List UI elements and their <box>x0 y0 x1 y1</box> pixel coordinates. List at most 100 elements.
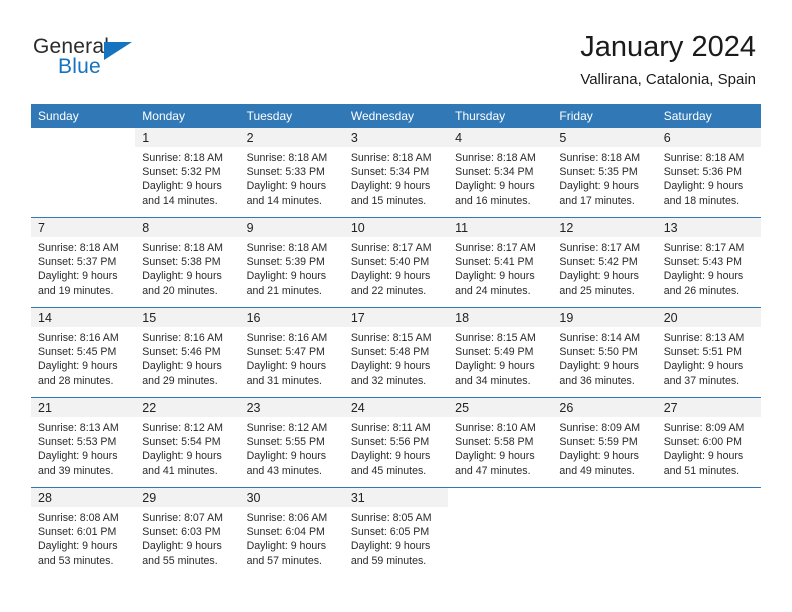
day-info-line: Sunset: 5:43 PM <box>663 256 743 269</box>
day-info-line: and 43 minutes. <box>246 464 322 477</box>
calendar-day-cell[interactable]: 21 Sunrise: 8:13 AM Sunset: 5:53 PM Dayligh… <box>31 397 136 488</box>
day-sun-info: Sunrise: 8:13 AM Sunset: 5:53 PM Daylight:… <box>31 417 135 478</box>
day-info-line: Sunrise: 8:17 AM <box>663 242 745 254</box>
calendar-day-cell[interactable]: 11 Sunrise: 8:17 AM Sunset: 5:41 PM Dayligh… <box>448 217 553 308</box>
day-sun-info: Sunrise: 8:12 AM Sunset: 5:55 PM Daylight:… <box>240 417 344 478</box>
day-cell-body: 31 Sunrise: 8:05 AM Sunset: 6:05 PM Dayligh… <box>343 488 449 577</box>
day-info-line: Sunset: 5:42 PM <box>559 256 638 269</box>
day-info-line: and 53 minutes. <box>38 554 114 567</box>
day-info-line: Sunset: 5:50 PM <box>559 346 638 359</box>
day-info-line: Daylight: 9 hours <box>350 360 431 373</box>
calendar-day-cell[interactable]: 8 Sunrise: 8:18 AM Sunset: 5:38 PM Daylight… <box>135 217 240 308</box>
day-number: 8 <box>135 218 240 237</box>
day-info-line: Sunrise: 8:18 AM <box>142 152 223 164</box>
day-info-line: Sunrise: 8:12 AM <box>142 422 223 434</box>
day-info-line: Sunset: 5:45 PM <box>38 346 117 359</box>
page-title: January 2024 <box>580 31 756 63</box>
day-info-line: Sunset: 5:36 PM <box>663 166 743 179</box>
day-info-line: and 22 minutes. <box>350 284 427 297</box>
general-blue-logo[interactable]: General Blue <box>33 35 213 87</box>
day-sun-info: Sunrise: 8:18 AM Sunset: 5:35 PM Daylight:… <box>552 147 656 208</box>
day-info-line: Sunrise: 8:18 AM <box>246 242 328 254</box>
calendar-day-cell[interactable]: 25 Sunrise: 8:10 AM Sunset: 5:58 PM Dayligh… <box>448 397 553 488</box>
calendar-day-cell[interactable]: 6 Sunrise: 8:18 AM Sunset: 5:36 PM Daylight… <box>656 128 761 218</box>
calendar-day-cell[interactable]: 28 Sunrise: 8:08 AM Sunset: 6:01 PM Dayligh… <box>31 487 136 577</box>
calendar-day-cell[interactable]: 2 Sunrise: 8:18 AM Sunset: 5:33 PM Daylight… <box>239 128 344 218</box>
day-info-line: Daylight: 9 hours <box>246 450 327 463</box>
day-info-line: Sunset: 5:33 PM <box>246 166 325 179</box>
calendar-day-cell[interactable]: 14 Sunrise: 8:16 AM Sunset: 5:45 PM Dayligh… <box>31 307 136 398</box>
calendar-day-cell <box>448 487 553 577</box>
day-info-line: and 39 minutes. <box>38 464 114 477</box>
calendar-day-cell[interactable]: 13 Sunrise: 8:17 AM Sunset: 5:43 PM Dayligh… <box>656 217 761 308</box>
calendar-day-cell[interactable]: 1 Sunrise: 8:18 AM Sunset: 5:32 PM Daylight… <box>135 128 240 218</box>
day-number: 22 <box>135 398 240 417</box>
calendar-day-cell[interactable]: 5 Sunrise: 8:18 AM Sunset: 5:35 PM Daylight… <box>552 128 657 218</box>
weekday-header-friday: Friday <box>552 104 657 128</box>
day-sun-info: Sunrise: 8:06 AM Sunset: 6:04 PM Daylight:… <box>240 507 344 568</box>
day-info-line: Daylight: 9 hours <box>142 450 222 463</box>
day-info-line: and 18 minutes. <box>663 194 740 207</box>
day-info-line: Sunset: 6:00 PM <box>663 436 743 449</box>
calendar-day-cell[interactable]: 3 Sunrise: 8:18 AM Sunset: 5:34 PM Daylight… <box>343 128 449 218</box>
day-cell-body <box>31 128 135 217</box>
day-info-line: and 28 minutes. <box>38 374 114 387</box>
day-info-line: Daylight: 9 hours <box>559 180 639 193</box>
day-sun-info: Sunrise: 8:09 AM Sunset: 6:00 PM Daylight:… <box>657 417 761 478</box>
day-sun-info: Sunrise: 8:17 AM Sunset: 5:43 PM Daylight:… <box>657 237 761 298</box>
day-cell-body: 16 Sunrise: 8:16 AM Sunset: 5:47 PM Dayligh… <box>239 308 344 397</box>
day-info-line: Sunrise: 8:09 AM <box>559 422 641 434</box>
day-sun-info: Sunrise: 8:16 AM Sunset: 5:47 PM Daylight:… <box>240 327 344 388</box>
day-info-line: Daylight: 9 hours <box>663 180 744 193</box>
day-info-line: Sunrise: 8:09 AM <box>663 422 745 434</box>
day-cell-body: 12 Sunrise: 8:17 AM Sunset: 5:42 PM Dayligh… <box>552 218 657 307</box>
day-number: 24 <box>343 398 449 417</box>
day-info-line: Sunrise: 8:06 AM <box>246 512 328 524</box>
calendar-day-cell[interactable]: 4 Sunrise: 8:18 AM Sunset: 5:34 PM Daylight… <box>448 128 553 218</box>
day-number: 30 <box>239 488 344 507</box>
day-info-line: and 51 minutes. <box>663 464 740 477</box>
calendar-day-cell[interactable]: 19 Sunrise: 8:14 AM Sunset: 5:50 PM Dayligh… <box>552 307 657 398</box>
calendar-day-cell[interactable]: 16 Sunrise: 8:16 AM Sunset: 5:47 PM Dayligh… <box>239 307 344 398</box>
day-number: 10 <box>343 218 449 237</box>
day-sun-info: Sunrise: 8:09 AM Sunset: 5:59 PM Daylight:… <box>552 417 656 478</box>
day-cell-body: 8 Sunrise: 8:18 AM Sunset: 5:38 PM Daylight… <box>135 218 240 307</box>
day-info-line: Sunrise: 8:18 AM <box>350 152 432 164</box>
day-info-line: Sunset: 6:03 PM <box>142 526 221 539</box>
calendar-week-row: 7 Sunrise: 8:18 AM Sunset: 5:37 PM Daylight… <box>31 217 761 308</box>
day-number: 11 <box>448 218 553 237</box>
day-info-line: and 20 minutes. <box>142 284 218 297</box>
day-info-line: and 26 minutes. <box>663 284 740 297</box>
day-info-line: Daylight: 9 hours <box>38 540 118 553</box>
calendar-day-cell[interactable]: 10 Sunrise: 8:17 AM Sunset: 5:40 PM Dayligh… <box>343 217 449 308</box>
calendar-day-cell[interactable]: 7 Sunrise: 8:18 AM Sunset: 5:37 PM Daylight… <box>31 217 136 308</box>
day-info-line: Sunrise: 8:07 AM <box>142 512 223 524</box>
day-info-line: Daylight: 9 hours <box>350 180 431 193</box>
day-info-line: and 55 minutes. <box>142 554 218 567</box>
calendar-day-cell[interactable]: 23 Sunrise: 8:12 AM Sunset: 5:55 PM Dayligh… <box>239 397 344 488</box>
day-number: 17 <box>343 308 449 327</box>
calendar-day-cell[interactable]: 26 Sunrise: 8:09 AM Sunset: 5:59 PM Dayligh… <box>552 397 657 488</box>
calendar-day-cell[interactable]: 15 Sunrise: 8:16 AM Sunset: 5:46 PM Dayligh… <box>135 307 240 398</box>
day-cell-body <box>552 488 656 577</box>
title-block: January 2024 Vallirana, Catalonia, Spain <box>580 30 756 90</box>
calendar-day-cell[interactable]: 18 Sunrise: 8:15 AM Sunset: 5:49 PM Dayligh… <box>448 307 553 398</box>
calendar-day-cell[interactable]: 20 Sunrise: 8:13 AM Sunset: 5:51 PM Dayligh… <box>656 307 761 398</box>
calendar-day-cell[interactable]: 9 Sunrise: 8:18 AM Sunset: 5:39 PM Daylight… <box>239 217 344 308</box>
calendar-day-cell[interactable]: 17 Sunrise: 8:15 AM Sunset: 5:48 PM Dayligh… <box>343 307 449 398</box>
calendar-day-cell[interactable]: 12 Sunrise: 8:17 AM Sunset: 5:42 PM Dayligh… <box>552 217 657 308</box>
day-info-line: Daylight: 9 hours <box>663 270 744 283</box>
day-sun-info: Sunrise: 8:16 AM Sunset: 5:45 PM Daylight:… <box>31 327 135 388</box>
calendar-day-cell[interactable]: 22 Sunrise: 8:12 AM Sunset: 5:54 PM Dayligh… <box>135 397 240 488</box>
day-cell-body: 26 Sunrise: 8:09 AM Sunset: 5:59 PM Dayligh… <box>552 398 657 487</box>
calendar-day-cell[interactable]: 27 Sunrise: 8:09 AM Sunset: 6:00 PM Dayligh… <box>656 397 761 488</box>
calendar-day-cell[interactable]: 30 Sunrise: 8:06 AM Sunset: 6:04 PM Dayligh… <box>239 487 344 577</box>
day-info-line: Sunrise: 8:17 AM <box>350 242 432 254</box>
day-sun-info: Sunrise: 8:18 AM Sunset: 5:34 PM Daylight:… <box>344 147 448 208</box>
day-info-line: and 36 minutes. <box>559 374 635 387</box>
calendar-day-cell[interactable]: 24 Sunrise: 8:11 AM Sunset: 5:56 PM Dayligh… <box>343 397 449 488</box>
day-info-line: Sunset: 5:48 PM <box>350 346 430 359</box>
calendar-day-cell[interactable]: 31 Sunrise: 8:05 AM Sunset: 6:05 PM Dayligh… <box>343 487 449 577</box>
calendar-day-cell[interactable]: 29 Sunrise: 8:07 AM Sunset: 6:03 PM Dayligh… <box>135 487 240 577</box>
day-number: 3 <box>343 128 449 147</box>
